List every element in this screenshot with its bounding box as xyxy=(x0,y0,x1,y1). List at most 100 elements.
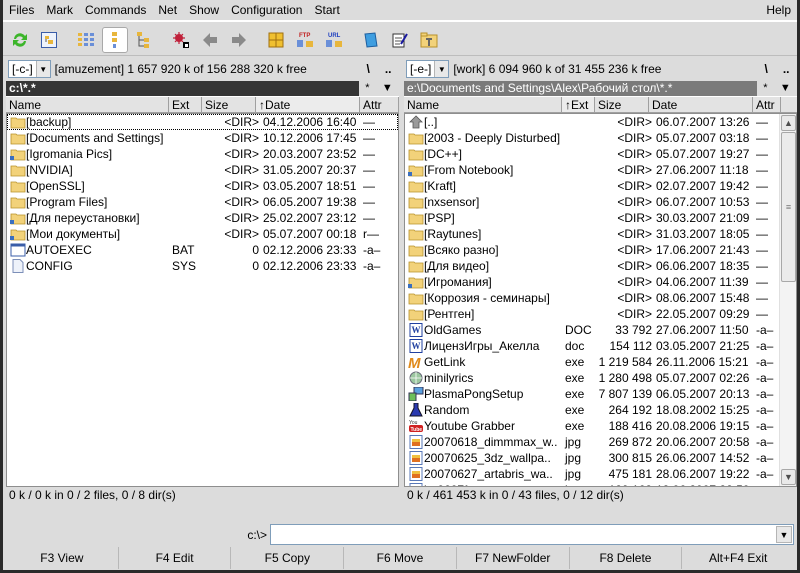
f7-newfolder-button[interactable]: F7 NewFolder xyxy=(457,547,570,569)
left-history-button[interactable]: ▼ xyxy=(382,82,393,94)
notepad-button[interactable] xyxy=(387,27,413,53)
file-row[interactable]: [Kraft] <DIR> 02.07.2007 19:42 — xyxy=(405,178,796,194)
file-row[interactable]: M GetLink exe 1 219 584 26.11.2006 15:21 -a– xyxy=(405,354,796,370)
refresh-button[interactable] xyxy=(7,27,33,53)
forward-button[interactable] xyxy=(226,27,252,53)
invert-selection-button[interactable] xyxy=(168,27,194,53)
file-row[interactable]: [Documents and Settings] <DIR> 10.12.2006 … xyxy=(7,130,398,146)
command-input[interactable]: ▼ xyxy=(270,524,794,545)
file-attr: -a– xyxy=(756,403,774,417)
menu-net[interactable]: Net xyxy=(152,0,183,21)
menu-help[interactable]: Help xyxy=(760,0,797,21)
menu-start[interactable]: Start xyxy=(308,0,345,21)
scroll-down-button[interactable]: ▼ xyxy=(781,469,796,485)
file-row[interactable]: [Для переустановки] <DIR> 25.02.2007 23:12… xyxy=(7,210,398,226)
notebook-button[interactable] xyxy=(358,27,384,53)
file-row[interactable]: [Igromania Pics] <DIR> 20.03.2007 23:52 — xyxy=(7,146,398,162)
file-size: <DIR> xyxy=(224,227,259,241)
file-row[interactable]: [Program Files] <DIR> 06.05.2007 19:38 — xyxy=(7,194,398,210)
right-history-button[interactable]: ▼ xyxy=(780,82,791,94)
exit-button[interactable]: Alt+F4 Exit xyxy=(682,547,794,569)
command-history-dropdown[interactable]: ▼ xyxy=(776,526,792,543)
file-row[interactable]: Random exe 264 192 18.08.2002 15:25 -a– xyxy=(405,402,796,418)
file-row[interactable]: [DC++] <DIR> 05.07.2007 19:27 — xyxy=(405,146,796,162)
menu-commands[interactable]: Commands xyxy=(79,0,152,21)
right-scrollbar[interactable]: ▲ ≡ ▼ xyxy=(779,114,796,486)
tools-button[interactable] xyxy=(416,27,442,53)
file-row[interactable]: [nxsensor] <DIR> 06.07.2007 10:53 — xyxy=(405,194,796,210)
column-name[interactable]: Name xyxy=(6,97,169,112)
menu-mark[interactable]: Mark xyxy=(40,0,79,21)
file-row[interactable]: [NVIDIA] <DIR> 31.05.2007 20:37 — xyxy=(7,162,398,178)
left-drive-selector[interactable]: [-c-] ▼ xyxy=(8,60,51,78)
column-date[interactable]: Date xyxy=(649,97,753,112)
file-row[interactable]: be0607fjpg129 16818.06.2007 22:50-a– xyxy=(405,482,796,486)
pack-button[interactable] xyxy=(263,27,289,53)
column-ext[interactable]: ↑Ext xyxy=(562,97,595,112)
file-row[interactable]: [Raytunes] <DIR> 31.03.2007 18:05 — xyxy=(405,226,796,242)
url-button[interactable]: URL xyxy=(321,27,347,53)
back-button[interactable] xyxy=(197,27,223,53)
column-size[interactable]: Size xyxy=(202,97,256,112)
brief-icon xyxy=(78,32,94,46)
column-size[interactable]: Size xyxy=(595,97,649,112)
file-row[interactable]: [Игромания] <DIR> 04.06.2007 11:39 — xyxy=(405,274,796,290)
file-name: [Коррозия - семинары] xyxy=(424,291,550,305)
ftp-button[interactable]: FTP xyxy=(292,27,318,53)
file-row[interactable]: [Коррозия - семинары] <DIR> 08.06.2007 15:… xyxy=(405,290,796,306)
folder-icon xyxy=(407,210,424,226)
brief-view-button[interactable] xyxy=(73,27,99,53)
file-row[interactable]: [Рентген] <DIR> 22.05.2007 09:29 — xyxy=(405,306,796,322)
file-row[interactable]: [PSP] <DIR> 30.03.2007 21:09 — xyxy=(405,210,796,226)
file-attr: -a– xyxy=(756,435,774,449)
right-drive-selector[interactable]: [-e-] ▼ xyxy=(406,60,450,78)
right-file-list[interactable]: [..] <DIR> 06.07.2007 13:26— [2003 - Deeply… xyxy=(404,113,797,487)
column-attr[interactable]: Attr xyxy=(360,97,399,112)
file-row[interactable]: [backup] <DIR> 04.12.2006 16:40 — xyxy=(7,114,398,130)
left-file-list[interactable]: [backup] <DIR> 04.12.2006 16:40— [Documents… xyxy=(6,113,399,487)
menu-files[interactable]: Files xyxy=(3,0,40,21)
f8-delete-button[interactable]: F8 Delete xyxy=(570,547,683,569)
right-root-button[interactable]: \ xyxy=(764,62,767,76)
menu-configuration[interactable]: Configuration xyxy=(225,0,308,21)
file-attr: — xyxy=(363,211,375,225)
file-row[interactable]: minilyrics exe 1 280 498 05.07.2007 02:26 -a… xyxy=(405,370,796,386)
column-attr[interactable]: Attr xyxy=(753,97,781,112)
file-row[interactable]: 20070625_3dz_wallpa.. jpg 300 815 26.06.200… xyxy=(405,450,796,466)
file-row[interactable]: [Всяко разно] <DIR> 17.06.2007 21:43 — xyxy=(405,242,796,258)
right-up-button[interactable]: .. xyxy=(783,62,790,76)
file-row[interactable]: [Для видео] <DIR> 06.06.2007 18:35 — xyxy=(405,258,796,274)
file-row[interactable]: [From Notebook] <DIR> 27.06.2007 11:18 — xyxy=(405,162,796,178)
f3-view-button[interactable]: F3 View xyxy=(6,547,119,569)
file-row[interactable]: 20070618_dimmmax_w.. jpg 269 872 20.06.2007… xyxy=(405,434,796,450)
left-up-button[interactable]: .. xyxy=(385,62,392,76)
file-row[interactable]: [OpenSSL] <DIR> 03.05.2007 18:51 — xyxy=(7,178,398,194)
view-mode-button[interactable] xyxy=(36,27,62,53)
left-filter-button[interactable]: * xyxy=(365,82,369,94)
file-row[interactable]: You Tube Youtube Grabber exe 188 416 20.08.20… xyxy=(405,418,796,434)
file-row[interactable]: [Мои документы] <DIR> 05.07.2007 00:18 r— xyxy=(7,226,398,242)
file-row[interactable]: PlasmaPongSetup exe 7 807 139 06.05.2007 20… xyxy=(405,386,796,402)
column-date[interactable]: ↑Date xyxy=(256,97,360,112)
menu-show[interactable]: Show xyxy=(183,0,225,21)
f4-edit-button[interactable]: F4 Edit xyxy=(119,547,232,569)
full-view-button[interactable] xyxy=(102,26,128,53)
file-row[interactable]: W OldGames DOC 33 792 27.06.2007 11:50 -a– xyxy=(405,322,796,338)
file-row[interactable]: CONFIG SYS 0 02.12.2006 23:33 -a– xyxy=(7,258,398,274)
file-row[interactable]: 20070627_artabris_wa.. jpg 475 181 28.06.20… xyxy=(405,466,796,482)
file-row[interactable]: [..] <DIR> 06.07.2007 13:26 — xyxy=(405,114,796,130)
scroll-up-button[interactable]: ▲ xyxy=(781,115,796,131)
file-row[interactable]: W ЛицензИгры_Акелла doc 154 112 03.05.2007 2… xyxy=(405,338,796,354)
column-name[interactable]: Name xyxy=(404,97,562,112)
tree-view-button[interactable] xyxy=(131,27,157,53)
column-ext[interactable]: Ext xyxy=(169,97,202,112)
file-size: 154 112 xyxy=(609,339,653,353)
file-row[interactable]: AUTOEXEC BAT 0 02.12.2006 23:33 -a– xyxy=(7,242,398,258)
svg-text:M: M xyxy=(408,355,421,369)
f5-copy-button[interactable]: F5 Copy xyxy=(231,547,345,569)
file-row[interactable]: [2003 - Deeply Disturbed] <DIR> 05.07.2007… xyxy=(405,130,796,146)
f6-move-button[interactable]: F6 Move xyxy=(344,547,457,569)
right-filter-button[interactable]: * xyxy=(763,82,767,94)
scroll-thumb[interactable]: ≡ xyxy=(781,132,796,282)
left-root-button[interactable]: \ xyxy=(366,62,369,76)
